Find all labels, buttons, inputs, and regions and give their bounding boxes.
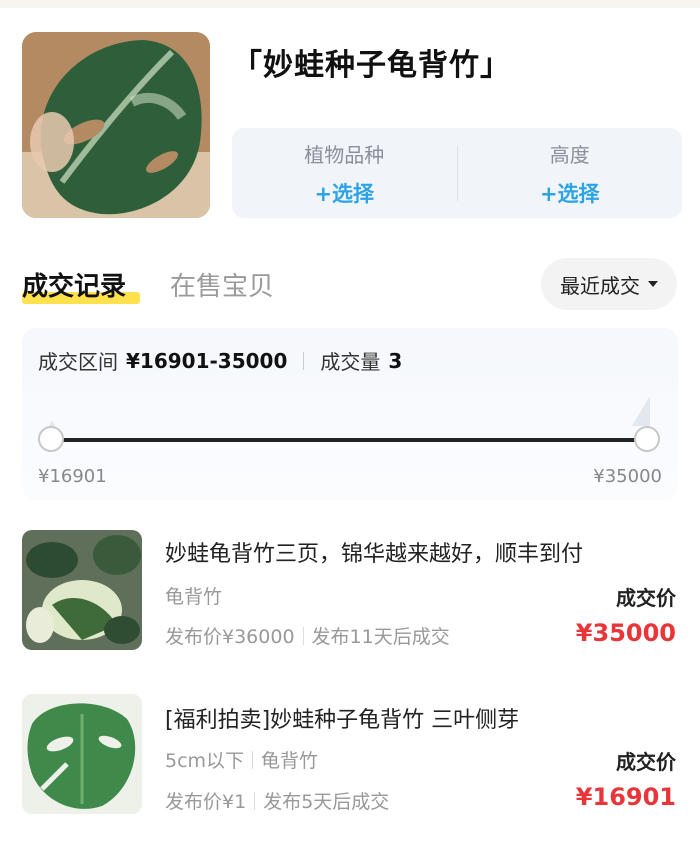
divider xyxy=(302,626,304,645)
deal-price: ¥35000 xyxy=(575,619,676,647)
divider xyxy=(252,750,254,769)
attribute-label: 高度 xyxy=(549,142,590,167)
deal-price: ¥16901 xyxy=(575,783,676,811)
range-summary: 成交区间 ¥16901-35000 成交量 3 xyxy=(38,346,402,375)
listing-thumbnail[interactable] xyxy=(22,530,142,650)
sold-after: 发布5天后成交 xyxy=(263,791,390,813)
sort-dropdown[interactable]: 最近成交 xyxy=(541,258,677,310)
select-height-button[interactable]: +选择 xyxy=(458,178,683,208)
listing-meta: 发布价¥1 发布5天后成交 xyxy=(165,787,389,814)
listing-tags: 龟背竹 xyxy=(165,582,222,609)
range-value: ¥16901-35000 xyxy=(126,348,288,373)
tag: 龟背竹 xyxy=(165,586,223,608)
attribute-label: 植物品种 xyxy=(304,142,385,167)
listing-tags: 5cm以下 龟背竹 xyxy=(165,746,318,773)
listing-meta: 发布价¥36000 发布11天后成交 xyxy=(165,622,450,649)
tag: 5cm以下 xyxy=(165,750,245,772)
tab-deal-records[interactable]: 成交记录 xyxy=(22,266,126,303)
tag: 龟背竹 xyxy=(261,750,319,772)
deal-price-label: 成交价 xyxy=(616,750,676,774)
caret-down-icon xyxy=(648,281,658,287)
top-strip xyxy=(0,0,700,8)
tab-on-sale[interactable]: 在售宝贝 xyxy=(170,266,274,303)
select-plant-variety-button[interactable]: +选择 xyxy=(232,178,457,208)
range-slider-min-handle[interactable] xyxy=(38,426,64,452)
published-price: 发布价¥36000 xyxy=(165,626,295,648)
listing-title[interactable]: 妙蛙龟背竹三页，锦华越来越好，顺丰到付 xyxy=(165,536,583,568)
range-label: 成交区间 xyxy=(38,350,118,374)
page-title: 「妙蛙种子龟背竹」 xyxy=(232,48,511,83)
deal-price-label: 成交价 xyxy=(616,586,676,610)
volume-label: 成交量 xyxy=(320,350,381,374)
range-max-label: ¥35000 xyxy=(593,466,662,487)
listing-title[interactable]: [福利拍卖]妙蛙种子龟背竹 三叶侧芽 xyxy=(165,702,519,734)
product-image[interactable] xyxy=(22,32,210,218)
attribute-plant-variety[interactable]: 植物品种 +选择 xyxy=(232,139,457,208)
divider xyxy=(303,351,305,370)
range-slider-track[interactable] xyxy=(52,438,648,442)
sold-after: 发布11天后成交 xyxy=(311,626,450,648)
attribute-height[interactable]: 高度 +选择 xyxy=(458,139,683,208)
listing-thumbnail[interactable] xyxy=(22,694,142,814)
volume-value: 3 xyxy=(388,348,403,373)
range-min-label: ¥16901 xyxy=(38,466,107,487)
range-slider-max-handle[interactable] xyxy=(634,426,660,452)
sort-label: 最近成交 xyxy=(560,273,640,298)
published-price: 发布价¥1 xyxy=(165,791,247,813)
divider xyxy=(254,791,256,810)
attribute-filter-box: 植物品种 +选择 高度 +选择 xyxy=(232,128,682,218)
distribution-spike-right xyxy=(632,396,650,426)
price-range-panel: 成交区间 ¥16901-35000 成交量 3 ¥16901 ¥35000 xyxy=(22,328,678,500)
